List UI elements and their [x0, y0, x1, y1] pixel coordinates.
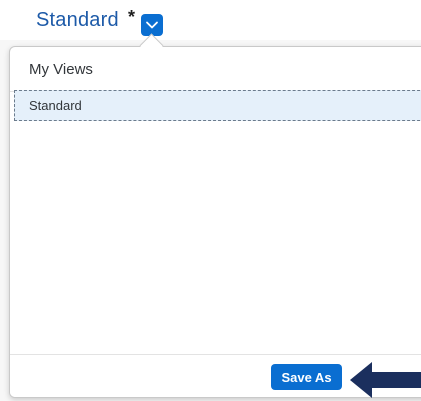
- chevron-down-icon: [146, 21, 158, 29]
- view-title[interactable]: Standard: [36, 9, 119, 32]
- annotation-arrow-icon: [350, 362, 421, 398]
- unsaved-indicator: *: [128, 7, 136, 27]
- views-list: [10, 92, 421, 353]
- save-as-button[interactable]: Save As: [271, 364, 342, 390]
- views-popover: My Views Standard Save As: [9, 46, 421, 398]
- list-item-standard[interactable]: Standard: [14, 90, 421, 121]
- view-dropdown-button[interactable]: [141, 14, 163, 36]
- popover-title: My Views: [10, 47, 421, 92]
